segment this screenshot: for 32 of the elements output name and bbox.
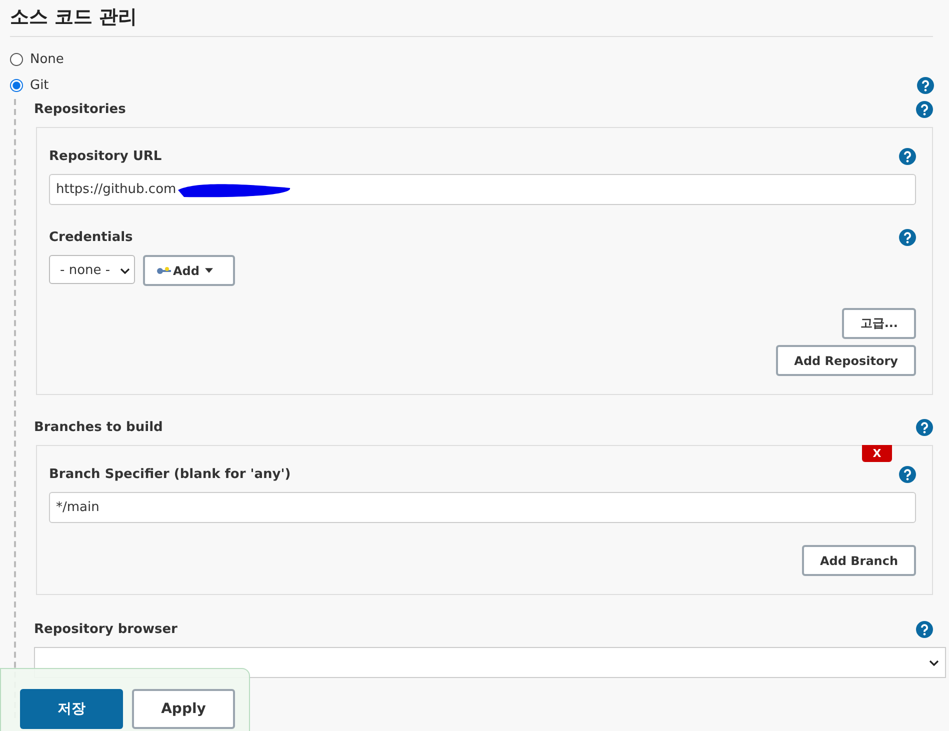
save-button[interactable]: 저장 (20, 689, 123, 729)
help-icon[interactable] (899, 148, 916, 164)
section-title: 소스 코드 관리 (10, 0, 933, 37)
field-label: Repositories (34, 102, 126, 116)
field-label: Branches to build (34, 420, 163, 434)
add-branch-button[interactable]: Add Branch (802, 545, 916, 576)
chevron-down-icon (929, 660, 939, 666)
branch-field[interactable]: */main (49, 492, 916, 523)
help-icon[interactable] (917, 76, 934, 94)
radio-label: Git (30, 78, 49, 92)
field-label: Branch Specifier (blank for 'any') (49, 466, 291, 482)
help-icon[interactable] (899, 228, 916, 246)
delete-button[interactable]: X (862, 445, 892, 462)
field-label: Credentials (49, 230, 133, 244)
add-repository-button[interactable]: Add Repository (776, 345, 916, 376)
key-icon (157, 266, 171, 274)
radio-label: None (30, 52, 64, 66)
radio-button[interactable] (10, 78, 23, 92)
help-icon[interactable] (916, 100, 933, 118)
add-button[interactable]: Add (143, 255, 236, 286)
field-label: Repository browser (34, 622, 178, 636)
caret-icon (205, 268, 214, 273)
radio-button[interactable] (10, 52, 23, 66)
chevron-down-icon (120, 268, 130, 274)
field-label: Repository URL (49, 148, 162, 164)
help-icon[interactable] (899, 466, 916, 482)
help-icon[interactable] (916, 418, 933, 436)
advanced-button[interactable]: 고급... (842, 308, 916, 339)
url-field[interactable]: https://github.com (49, 174, 916, 205)
apply-button[interactable]: Apply (132, 689, 235, 729)
credentials-select[interactable]: - none - (49, 255, 135, 284)
help-icon[interactable] (916, 620, 933, 638)
